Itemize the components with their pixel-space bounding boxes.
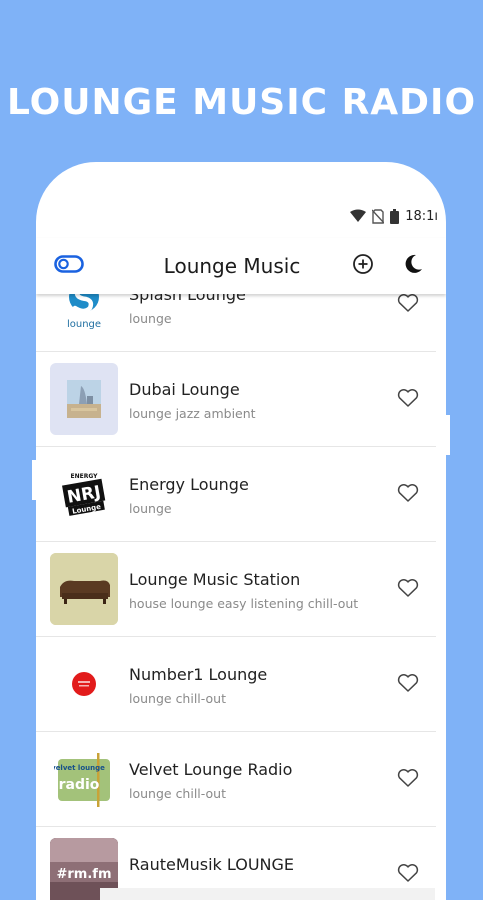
status-time: 18:1ı: [405, 208, 438, 224]
station-name: Energy Lounge: [129, 475, 249, 494]
wifi-icon: [350, 209, 367, 222]
list-item[interactable]: ENERGY NRJ Lounge Energy Lounge lounge: [36, 447, 436, 542]
energy-lounge-logo: ENERGY NRJ Lounge: [50, 458, 118, 530]
rautemusik-logo-text: #rm.fm: [57, 867, 112, 882]
velvet-logo-main: radio: [59, 777, 100, 793]
station-name: RauteMusik LOUNGE: [129, 855, 295, 874]
station-tags: lounge chill-out: [129, 691, 226, 706]
station-tags: lounge chill-out: [129, 786, 226, 801]
lounge-music-station-logo: [50, 553, 118, 625]
page-title: Lounge Music: [36, 254, 446, 278]
list-item[interactable]: lounge Splash Lounge lounge: [36, 294, 436, 352]
add-circle-icon[interactable]: [352, 253, 374, 275]
station-name: Splash Lounge: [129, 294, 246, 304]
battery-icon: [390, 208, 400, 224]
moon-icon[interactable]: [402, 253, 424, 275]
heart-icon[interactable]: [397, 863, 419, 883]
splash-lounge-logo: lounge: [50, 294, 118, 340]
phone-frame: 18:1ı Lounge Music lounge Splash Lounge …: [36, 162, 446, 900]
svg-text:lounge: lounge: [67, 319, 101, 330]
promo-title: LOUNGE MUSIC RADIO: [6, 82, 477, 123]
velvet-logo-top: velvet lounge: [54, 764, 105, 772]
station-tags: lounge: [129, 501, 172, 516]
station-list: lounge Splash Lounge lounge Dubai Lounge: [36, 294, 436, 900]
heart-icon[interactable]: [397, 673, 419, 693]
velvet-lounge-logo: velvet lounge radio: [50, 743, 118, 815]
station-name: Number1 Lounge: [129, 665, 268, 684]
dubai-lounge-logo: [50, 363, 118, 435]
station-tags: house lounge easy listening chill-out: [129, 596, 359, 611]
list-item[interactable]: Number1 Lounge lounge chill-out: [36, 637, 436, 732]
heart-icon[interactable]: [397, 578, 419, 598]
app-bar: Lounge Music: [36, 238, 446, 294]
station-tags: lounge: [129, 311, 172, 326]
status-bar: 18:1ı: [350, 206, 438, 226]
station-name: Lounge Music Station: [129, 570, 301, 589]
list-item[interactable]: Lounge Music Station house lounge easy l…: [36, 542, 436, 637]
station-name: Velvet Lounge Radio: [129, 760, 293, 779]
number1-lounge-logo: [50, 648, 118, 720]
station-tags: lounge jazz ambient: [129, 406, 256, 421]
list-item[interactable]: Dubai Lounge lounge jazz ambient: [36, 352, 436, 447]
list-item[interactable]: velvet lounge radio Velvet Lounge Radio …: [36, 732, 436, 827]
heart-icon[interactable]: [397, 768, 419, 788]
bottom-bar: [100, 888, 435, 900]
heart-icon[interactable]: [397, 388, 419, 408]
heart-icon[interactable]: [397, 294, 419, 313]
phone-side-button: [446, 415, 450, 455]
toggle-icon[interactable]: [54, 255, 84, 273]
page-title-text: Lounge Music: [163, 254, 301, 278]
station-name: Dubai Lounge: [129, 380, 240, 399]
no-sim-icon: [372, 208, 385, 224]
energy-logo-top: ENERGY: [71, 473, 99, 480]
heart-icon[interactable]: [397, 483, 419, 503]
